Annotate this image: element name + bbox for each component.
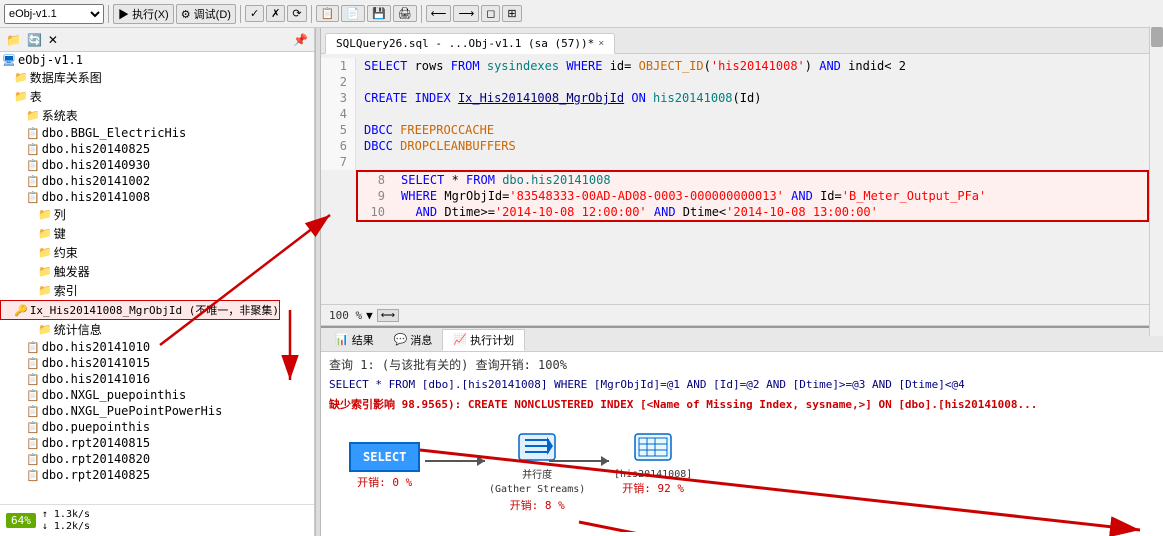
tree-item-indexes[interactable]: 📁 索引 [0,281,314,300]
streams-icon [517,432,557,462]
tree-item-nxgl-pue-power[interactable]: 📋 dbo.NXGL_PuePointPowerHis [0,403,314,419]
tree-item-his1002[interactable]: 📋 dbo.his20141002 [0,173,314,189]
sql-tab-label: SQLQuery26.sql - ...Obj-v1.1 (sa (57))* [336,37,594,50]
zoom-fit-btn[interactable]: ⟷ [377,309,399,322]
tree-item-his1010[interactable]: 📋 dbo.his20141010 [0,339,314,355]
cpu-badge: 64% [6,513,36,528]
editor-tab-bar: SQLQuery26.sql - ...Obj-v1.1 (sa (57))* … [321,28,1163,54]
tree-item-eobj[interactable]: 🖥 eObj-v1.1 [0,52,314,68]
tree-item-keys[interactable]: 📁 键 [0,224,314,243]
select-box: SELECT [349,442,420,472]
object-tree: 🖥 eObj-v1.1 📁 数据库关系图 📁 表 📁 系统表 📋 [0,52,314,504]
left-pin-btn[interactable]: 📌 [291,33,310,47]
toolbar-btn-9[interactable]: ⟶ [453,5,479,22]
tree-item-his1008[interactable]: 📋 dbo.his20141008 [0,189,314,205]
execute-button[interactable]: ▶ 执行(X) [113,4,174,24]
code-line-4: 4 [321,106,1149,122]
connection-selector[interactable]: eObj-v1.1 [4,4,104,24]
query-sql: SELECT * FROM [dbo].[his20141008] WHERE … [329,376,1155,394]
zoom-sep: ▼ [366,309,373,322]
main-vscroll[interactable] [1149,28,1163,336]
toolbar-btn-6[interactable]: 💾 [367,5,391,22]
toolbar-sep-3 [311,5,312,23]
streams-node: 并行度(Gather Streams) 开销: 8 % [489,432,585,513]
tree-item-ix-his1008[interactable]: 🔑 Ix_His20141008_MgrObjId (不唯一，非聚集) [0,300,280,320]
tree-item-constraints[interactable]: 📁 约束 [0,243,314,262]
exec-plan-tab[interactable]: 📈 执行计划 [442,329,525,351]
execution-plan-diagram: SELECT 开销: 0 % [329,422,1155,532]
toolbar-btn-3[interactable]: ⟳ [287,5,306,22]
toolbar-sep-1 [108,5,109,23]
scan-node: [his20141008] 开销: 92 % [614,432,692,496]
code-line-5: 5 DBCC FREEPROCCACHE [321,122,1149,138]
bottom-panel: 📊 结果 💬 消息 📈 执行计划 查询 1: (与该批有关 [321,326,1163,536]
select-label: SELECT [363,450,406,464]
select-node: SELECT 开销: 0 % [349,442,420,490]
tree-item-his1016[interactable]: 📋 dbo.his20141016 [0,371,314,387]
tree-item-rpt0815[interactable]: 📋 dbo.rpt20140815 [0,435,314,451]
tree-item-nxgl-pue[interactable]: 📋 dbo.NXGL_puepointhis [0,387,314,403]
sql-tab-close[interactable]: × [598,38,604,49]
arrow-streams-scan [549,460,609,462]
left-toolbar-btn-1[interactable]: 📁 [4,33,23,47]
left-toolbar-btn-3[interactable]: ✕ [46,33,60,47]
code-line-10: 10 AND Dtime>='2014-10-08 12:00:00' AND … [358,204,1147,220]
toolbar-btn-7[interactable]: 🖨 [393,5,417,22]
scan-cost: 开销: 92 % [622,480,684,496]
speed-info: ↑ 1.3k/s ↓ 1.2k/s [42,509,90,532]
code-line-6: 6 DBCC DROPCLEANBUFFERS [321,138,1149,154]
tree-item-cols[interactable]: 📁 列 [0,205,314,224]
results-tab-label: 结果 [352,332,374,348]
toolbar-btn-8[interactable]: ⟵ [426,5,452,22]
toolbar-btn-5[interactable]: 📄 [341,5,365,22]
exec-plan-tab-label: 执行计划 [470,332,514,348]
code-line-7: 7 [321,154,1149,170]
toolbar-btn-4[interactable]: 📋 [316,5,340,22]
toolbar-btn-2[interactable]: ✗ [266,5,285,22]
execution-plan-content: 查询 1: (与该批有关的) 查询开销: 100% SELECT * FROM … [321,352,1163,536]
code-line-3: 3 CREATE INDEX Ix_His20141008_MgrObjId O… [321,90,1149,106]
results-tab[interactable]: 📊 结果 [325,330,384,350]
code-editor[interactable]: 1 SELECT rows FROM sysindexes WHERE id= … [321,54,1149,304]
tree-item-dbrels[interactable]: 📁 数据库关系图 [0,68,314,87]
tree-item-rpt0825[interactable]: 📋 dbo.rpt20140825 [0,467,314,483]
code-line-9: 9 WHERE MgrObjId='83548333-00AD-AD08-000… [358,188,1147,204]
arrow-select-streams [425,460,485,462]
left-toolbar-btn-2[interactable]: 🔄 [25,33,44,47]
scan-icon [633,432,673,462]
tree-item-tables[interactable]: 📁 表 [0,87,314,106]
code-line-2: 2 [321,74,1149,90]
tree-item-puepointhis[interactable]: 📋 dbo.puepointhis [0,419,314,435]
code-line-8: 8 SELECT * FROM dbo.his20141008 [358,172,1147,188]
tree-item-his0825[interactable]: 📋 dbo.his20140825 [0,141,314,157]
tree-item-stats[interactable]: 📁 统计信息 [0,320,314,339]
scan-label: [his20141008] [614,469,692,480]
query-info: 查询 1: (与该批有关的) 查询开销: 100% [329,356,1155,374]
messages-tab-label: 消息 [410,332,432,348]
highlighted-block: 8 SELECT * FROM dbo.his20141008 9 WHERE … [356,170,1149,222]
tree-item-his0930[interactable]: 📋 dbo.his20140930 [0,157,314,173]
toolbar-btn-1[interactable]: ✓ [245,5,264,22]
debug-button[interactable]: ⚙ 调试(D) [176,4,236,24]
bottom-tab-bar: 📊 结果 💬 消息 📈 执行计划 [321,328,1163,352]
tree-item-bbgl[interactable]: 📋 dbo.BBGL_ElectricHis [0,125,314,141]
tree-item-systables[interactable]: 📁 系统表 [0,106,314,125]
zoom-level: 100 % [329,309,362,322]
missing-index-hint: 缺少索引影响 98.9565): CREATE NONCLUSTERED IND… [329,396,1155,414]
left-status: 64% ↑ 1.3k/s ↓ 1.2k/s [0,504,314,536]
sql-tab[interactable]: SQLQuery26.sql - ...Obj-v1.1 (sa (57))* … [325,33,615,54]
messages-tab[interactable]: 💬 消息 [384,330,443,350]
code-line-1: 1 SELECT rows FROM sysindexes WHERE id= … [321,58,1149,74]
toolbar-btn-11[interactable]: ⊞ [502,5,521,22]
tree-item-his1015[interactable]: 📋 dbo.his20141015 [0,355,314,371]
streams-label: 并行度(Gather Streams) [489,469,585,497]
toolbar-sep-4 [421,5,422,23]
tree-item-triggers[interactable]: 📁 触发器 [0,262,314,281]
streams-cost: 开销: 8 % [510,497,565,513]
select-cost: 开销: 0 % [357,474,412,490]
zoom-bar: 100 % ▼ ⟷ [321,304,1163,326]
toolbar-btn-10[interactable]: ◻ [481,5,500,22]
toolbar-sep-2 [240,5,241,23]
tree-item-rpt0820[interactable]: 📋 dbo.rpt20140820 [0,451,314,467]
